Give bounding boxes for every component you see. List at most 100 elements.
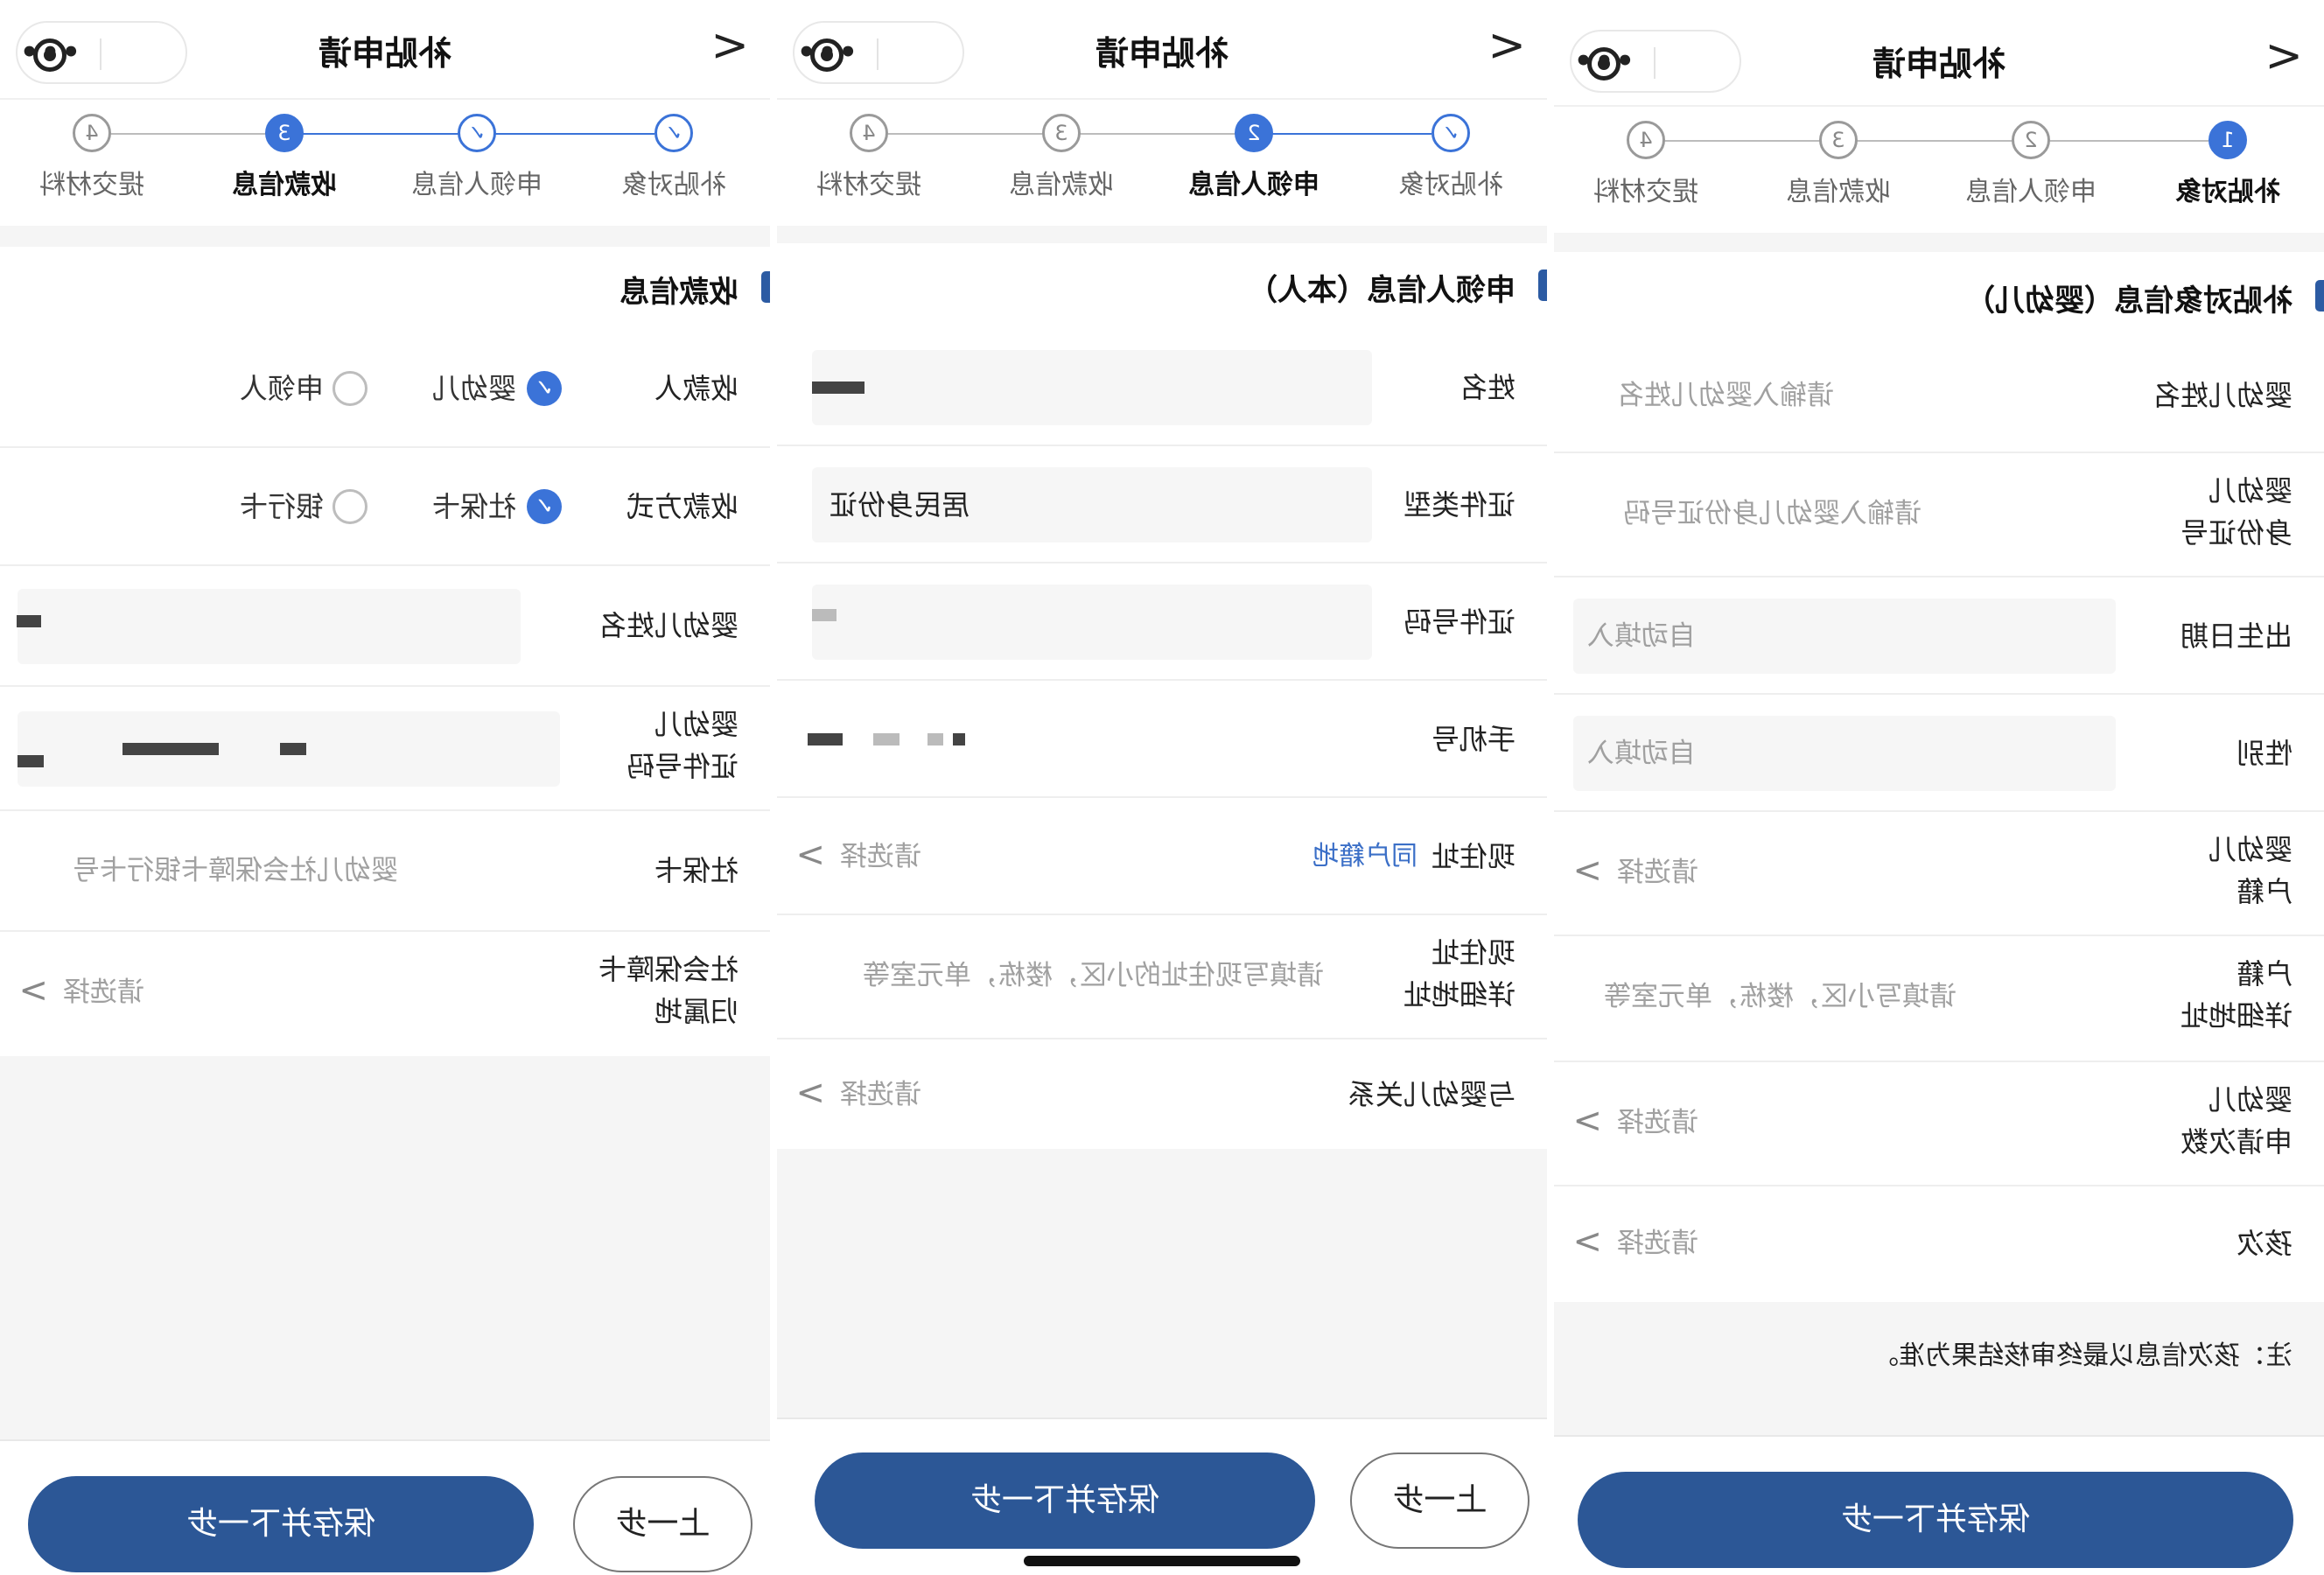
- close-target-icon[interactable]: [1587, 47, 1620, 80]
- step-2[interactable]: ✓ 申领人信息: [381, 114, 573, 201]
- radio-label: 银行卡: [239, 490, 324, 523]
- step-label: 收款信息: [1009, 170, 1114, 200]
- step-label: 申领人信息: [411, 170, 542, 200]
- step-1[interactable]: ✓ 补贴对象: [578, 114, 770, 201]
- prev-step-button[interactable]: 上一步: [573, 1476, 752, 1572]
- step-label: 收款信息: [1786, 177, 1891, 207]
- field-label: 孩次: [2236, 1227, 2292, 1260]
- step-3[interactable]: 3 收款信息: [965, 114, 1158, 201]
- step-number: 3: [1042, 114, 1081, 152]
- close-target-icon[interactable]: [33, 38, 66, 72]
- field-label: 收款人: [654, 372, 738, 405]
- progress-stepper: ✓ 补贴对象 2 申领人信息 3 收款信息 4 提交材料: [777, 98, 1547, 226]
- child-order-select[interactable]: 请选择: [1617, 1223, 1698, 1264]
- prev-step-button[interactable]: 上一步: [1350, 1452, 1530, 1549]
- address-detail-input[interactable]: 请填写现住址的小区，楼栋，单元室等: [863, 956, 1324, 996]
- step-number: 1: [2208, 121, 2247, 159]
- step-label: 补贴对象: [2175, 177, 2280, 207]
- field-label: 出生日期: [2180, 620, 2292, 653]
- huji-detail-input[interactable]: 请填写小区，楼栋，单元室等: [1604, 976, 1956, 1017]
- step-number: 3: [1819, 121, 1858, 159]
- section-title: 收款信息: [620, 275, 738, 310]
- step-number: 3: [265, 114, 304, 152]
- infant-name-input[interactable]: 请输入婴幼儿姓名: [1617, 375, 1834, 416]
- field-label: 户籍: [2236, 875, 2292, 908]
- step-label: 申领人信息: [1188, 170, 1320, 200]
- mini-program-capsule: •••: [1570, 30, 1741, 93]
- step-2[interactable]: 2 申领人信息: [1935, 121, 2127, 208]
- step-2[interactable]: 2 申领人信息: [1158, 114, 1350, 201]
- step-4[interactable]: 4 提交材料: [0, 114, 188, 201]
- check-icon: ✓: [654, 114, 693, 152]
- row-address-detail: 现住址 详细地址 请填写现住址的小区，楼栋，单元室等: [777, 915, 1547, 1040]
- row-huji: 婴幼儿 户籍 请选择 <: [1554, 812, 2324, 936]
- step-label: 补贴对象: [1398, 170, 1503, 200]
- birth-date-field: 自动填入: [1573, 598, 2116, 674]
- infant-id-input[interactable]: 请输入婴幼儿身份证号码: [1623, 494, 1922, 534]
- step-number: 2: [2012, 121, 2050, 159]
- progress-stepper: 1 补贴对象 2 申领人信息 3 收款信息 4 提交材料: [1554, 105, 2324, 233]
- step-label: 补贴对象: [621, 170, 726, 200]
- huji-select[interactable]: 请选择: [1617, 852, 1698, 892]
- row-infant-id: 婴幼儿 证件号码: [0, 687, 770, 811]
- step-1[interactable]: ✓ 补贴对象: [1354, 114, 1547, 201]
- row-payee: 收款人 ✓ 婴幼儿 申领人: [0, 330, 770, 448]
- radio-method-bank-card[interactable]: [332, 489, 368, 524]
- field-label: 性别: [2236, 737, 2292, 770]
- radio-label: 社保卡: [431, 490, 516, 523]
- id-type-select[interactable]: 居民身份证: [812, 467, 1372, 542]
- mini-program-capsule: •••: [16, 21, 187, 84]
- relation-select[interactable]: 请选择: [840, 1074, 921, 1115]
- apply-count-select[interactable]: 请选择: [1617, 1102, 1698, 1143]
- field-label: 收款方式: [626, 490, 738, 523]
- step-3[interactable]: 3 收款信息: [1742, 121, 1935, 208]
- step-4[interactable]: 4 提交材料: [1554, 121, 1742, 208]
- step-number: 4: [1627, 121, 1665, 159]
- close-target-icon[interactable]: [810, 38, 844, 72]
- field-label: 证件类型: [1403, 488, 1516, 522]
- field-label: 手机号: [1431, 723, 1516, 756]
- save-next-button[interactable]: 保存并下一步: [1578, 1472, 2293, 1568]
- auto-fill-placeholder: 自动填入: [1587, 620, 1696, 652]
- child-order-note: 注：孩次信息以最终审核结果为准。: [1872, 1340, 2292, 1371]
- progress-stepper: ✓ 补贴对象 ✓ 申领人信息 3 收款信息 4 提交材料: [0, 98, 770, 226]
- row-address: 现住址 同户籍地 请选择 <: [777, 798, 1547, 915]
- row-ss-card: 社保卡 婴幼儿社会保障卡银行卡号: [0, 811, 770, 932]
- field-label: 婴幼儿: [2208, 474, 2292, 508]
- row-huji-detail: 户籍 详细地址 请填写小区，楼栋，单元室等: [1554, 936, 2324, 1062]
- field-label: 归属地: [654, 995, 738, 1028]
- field-label: 户籍: [2236, 957, 2292, 990]
- radio-label: 申领人: [239, 372, 324, 405]
- same-as-huji-link[interactable]: 同户籍地: [1312, 836, 1418, 877]
- row-infant-name: 婴幼儿姓名 请输入婴幼儿姓名: [1554, 338, 2324, 453]
- step-number: 2: [1235, 114, 1273, 152]
- row-relation: 与婴幼儿关系 请选择 <: [777, 1040, 1547, 1149]
- step-4[interactable]: 4 提交材料: [777, 114, 965, 201]
- check-icon: ✓: [1432, 114, 1470, 152]
- radio-payee-infant[interactable]: ✓: [527, 371, 562, 406]
- address-select[interactable]: 请选择: [840, 836, 921, 877]
- step-number: 4: [850, 114, 888, 152]
- row-infant-id: 婴幼儿 身份证号 请输入婴幼儿身份证号码: [1554, 453, 2324, 578]
- name-input[interactable]: [812, 350, 1372, 425]
- radio-method-ss-card[interactable]: ✓: [527, 489, 562, 524]
- chevron-icon: <: [795, 1073, 825, 1113]
- nav-bar: > 补贴申请 •••: [1554, 0, 2324, 105]
- ss-region-select[interactable]: 请选择: [63, 972, 144, 1012]
- id-number-input[interactable]: [812, 584, 1372, 660]
- row-name: 姓名: [777, 329, 1547, 446]
- step-1[interactable]: 1 补贴对象: [2132, 121, 2324, 208]
- step-3[interactable]: 3 收款信息: [188, 114, 381, 201]
- field-label: 身份证号: [2180, 516, 2292, 550]
- radio-payee-applicant[interactable]: [332, 371, 368, 406]
- infant-name-input[interactable]: [17, 589, 521, 664]
- field-label: 婴幼儿: [2208, 833, 2292, 866]
- ss-card-input[interactable]: 婴幼儿社会保障卡银行卡号: [73, 850, 398, 891]
- step-label: 提交材料: [39, 170, 144, 200]
- mini-program-capsule: •••: [793, 21, 964, 84]
- save-next-button[interactable]: 保存并下一步: [28, 1476, 534, 1572]
- save-next-button[interactable]: 保存并下一步: [815, 1452, 1315, 1549]
- row-child-order: 孩次 请选择 <: [1554, 1186, 2324, 1302]
- infant-id-input[interactable]: [18, 711, 560, 787]
- step-label: 提交材料: [816, 170, 921, 200]
